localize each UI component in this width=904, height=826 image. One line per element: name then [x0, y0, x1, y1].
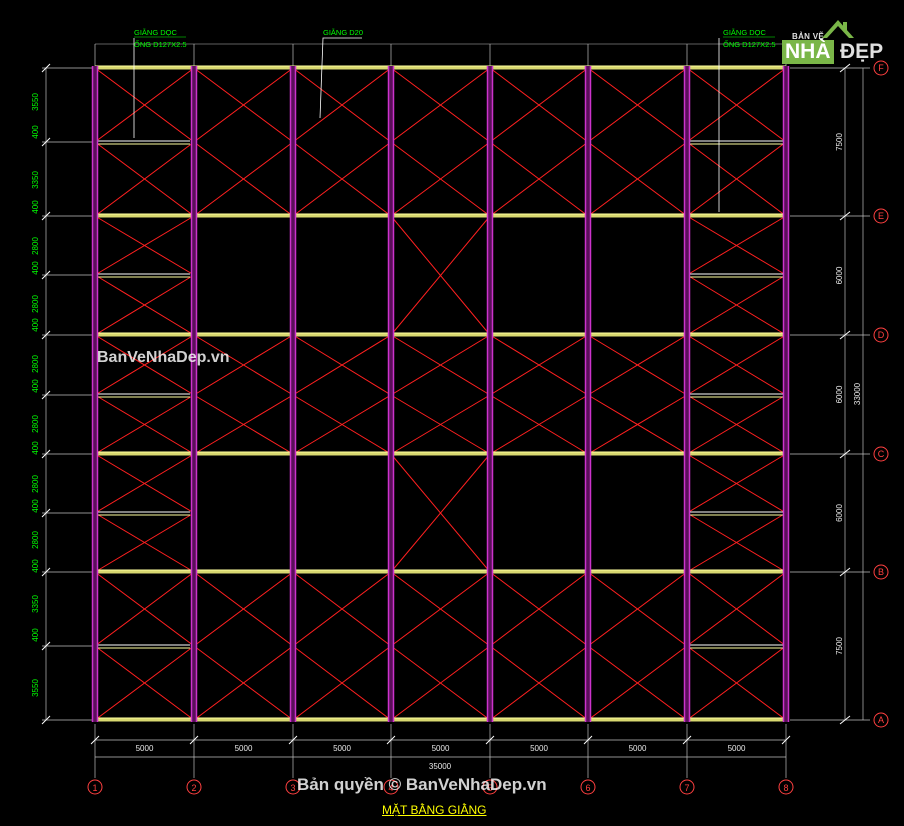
grid-column-label: 7: [684, 783, 689, 793]
dimension-texts: 5000 5000 5000 5000 5000 5000 5000 35000 3550 400…: [31, 93, 862, 771]
grid-row-label: D: [878, 330, 885, 340]
total-height-text: 33000: [853, 382, 862, 405]
left-segment-text: 400: [31, 559, 40, 573]
annotation-line1: GIẰNG D20: [323, 28, 363, 37]
grid-beam: [95, 718, 786, 722]
left-segment-text: 400: [31, 441, 40, 455]
brand-logo: BẢN VẼ NHÀ ĐẸP: [776, 10, 896, 66]
left-segment-text: 400: [31, 125, 40, 139]
grid-row-label: C: [878, 449, 885, 459]
left-segment-text: 3550: [31, 93, 40, 111]
left-segment-text: 400: [31, 261, 40, 275]
left-segment-text: 400: [31, 379, 40, 393]
bay-width-text: 5000: [432, 744, 450, 753]
grid-beam: [95, 333, 786, 337]
grid-row-label: B: [878, 567, 884, 577]
drawing-title: MẶT BẰNG GIẰNG: [382, 803, 487, 817]
row-spacing-text: 7500: [835, 133, 844, 151]
left-segment-text: 2800: [31, 415, 40, 433]
left-segment-text: 400: [31, 318, 40, 332]
annotation-line1: GIẰNG DỌC: [723, 28, 767, 37]
cross-bracing: [94, 67, 787, 721]
row-spacing-text: 6000: [835, 504, 844, 522]
left-segment-text: 3550: [31, 679, 40, 697]
bay-width-text: 5000: [333, 744, 351, 753]
cad-drawing-canvas: 5000 5000 5000 5000 5000 5000 5000 35000 3550 400…: [31, 28, 889, 795]
grid-beam: [95, 570, 786, 574]
left-segment-text: 2800: [31, 355, 40, 373]
grid-column-label: 1: [92, 783, 97, 793]
bay-width-text: 5000: [728, 744, 746, 753]
grid-column-label: 6: [585, 783, 590, 793]
row-spacing-text: 7500: [835, 637, 844, 655]
left-segment-text: 3350: [31, 171, 40, 189]
left-segment-text: 2800: [31, 475, 40, 493]
row-spacing-text: 6000: [835, 266, 844, 284]
annotation-line2: ỐNG D127X2.5: [134, 39, 187, 49]
left-segment-text: 400: [31, 200, 40, 214]
grid-row-label: E: [878, 211, 884, 221]
annotation-line2: ỐNG D127X2.5: [723, 39, 776, 49]
left-segment-text: 400: [31, 628, 40, 642]
logo-highlight-text: NHÀ: [782, 40, 834, 64]
columns: [91, 66, 790, 722]
total-width-text: 35000: [429, 762, 452, 771]
horizontal-beams: [95, 65, 786, 722]
grid-column-label: 3: [290, 783, 295, 793]
site-watermark: BanVeNhaDep.vn: [97, 349, 230, 366]
grid-row-label: A: [878, 715, 884, 725]
grid-beam: [95, 66, 786, 70]
left-segment-text: 2800: [31, 295, 40, 313]
left-segment-text: 2800: [31, 237, 40, 255]
bay-width-text: 5000: [629, 744, 647, 753]
bay-width-text: 5000: [235, 744, 253, 753]
bay-width-text: 5000: [530, 744, 548, 753]
logo-text: ĐẸP: [840, 40, 884, 63]
left-segment-text: 400: [31, 499, 40, 513]
grid-column-label: 8: [783, 783, 788, 793]
bay-width-text: 5000: [136, 744, 154, 753]
grid-column-label: 2: [191, 783, 196, 793]
grid-beam: [95, 214, 786, 218]
annotation-line1: GIẰNG DỌC: [134, 28, 178, 37]
row-spacing-text: 6000: [835, 385, 844, 403]
left-segment-text: 2800: [31, 531, 40, 549]
left-segment-text: 3350: [31, 595, 40, 613]
copyright-watermark: Bản quyền © BanVeNhaDep.vn: [297, 775, 547, 794]
grid-beam: [95, 452, 786, 456]
annotations: GIẰNG DỌC ỐNG D127X2.5 GIẰNG D20 GIẰNG DỌC Ố…: [133, 28, 776, 212]
